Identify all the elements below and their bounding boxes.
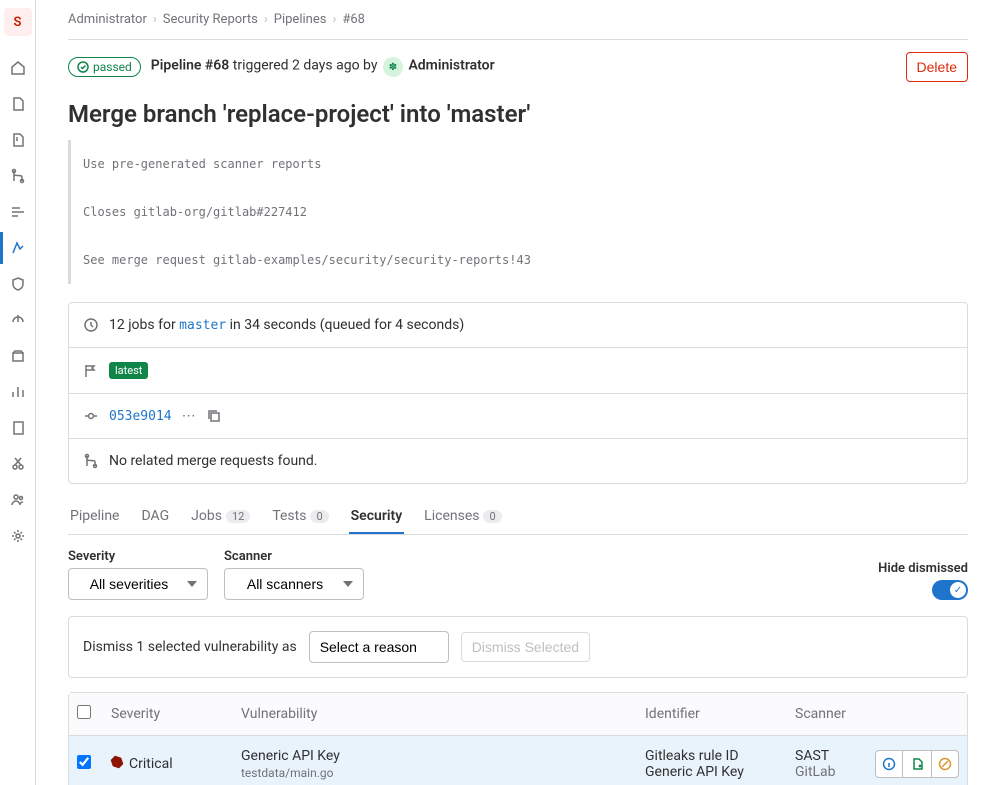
main-content: Administrator› Security Reports› Pipelin… [36, 0, 1000, 785]
severity-select[interactable]: All severities [68, 568, 208, 600]
breadcrumb: Administrator› Security Reports› Pipelin… [68, 12, 968, 40]
vulnerability-name[interactable]: Generic API Key [241, 748, 629, 764]
severity-icon [109, 754, 126, 771]
merge-icon [83, 453, 99, 469]
sidebar-item-files[interactable] [0, 88, 36, 120]
create-issue-button[interactable] [903, 750, 931, 778]
sidebar-item-members[interactable] [0, 484, 36, 516]
flag-icon [83, 363, 99, 379]
left-sidebar: S [0, 0, 36, 785]
more-icon[interactable]: ⋯ [182, 408, 196, 424]
sidebar-item-home[interactable] [0, 52, 36, 84]
sidebar-item-plan[interactable] [0, 196, 36, 228]
tab-pipeline[interactable]: Pipeline [68, 498, 122, 534]
commit-message: Use pre-generated scanner reports Closes… [68, 140, 968, 284]
sidebar-item-analytics[interactable] [0, 376, 36, 408]
tab-tests[interactable]: Tests0 [270, 498, 330, 534]
pipeline-status-badge: passed [68, 57, 141, 77]
jobs-summary: 12 jobs for master in 34 seconds (queued… [109, 317, 464, 333]
no-mr-text: No related merge requests found. [109, 453, 317, 469]
sidebar-item-issues[interactable] [0, 124, 36, 156]
scanner-name: SAST [795, 748, 859, 764]
vulnerability-location: testdata/main.go [241, 766, 629, 780]
avatar-icon: ✽ [383, 57, 403, 77]
hide-dismissed-label: Hide dismissed [878, 561, 968, 576]
scanner-filter-label: Scanner [224, 549, 364, 564]
table-row[interactable]: Critical Generic API Key testdata/main.go… [69, 736, 967, 785]
sidebar-item-cicd[interactable] [0, 232, 36, 264]
row-actions [875, 750, 959, 778]
branch-link[interactable]: master [179, 318, 226, 333]
commit-sha-link[interactable]: 053e9014 [109, 409, 172, 424]
pipeline-info-card: 12 jobs for master in 34 seconds (queued… [68, 302, 968, 484]
pipeline-header-text: Pipeline #68 triggered 2 days ago by ✽ A… [151, 57, 495, 77]
page-title: Merge branch 'replace-project' into 'mas… [68, 100, 968, 128]
delete-button[interactable]: Delete [906, 52, 968, 82]
vulnerability-table: Severity Vulnerability Identifier Scanne… [68, 692, 968, 785]
breadcrumb-current: #68 [342, 12, 365, 27]
col-severity: Severity [103, 693, 233, 736]
latest-badge: latest [109, 362, 148, 379]
row-checkbox[interactable] [77, 755, 91, 769]
commit-icon [83, 408, 99, 424]
sidebar-item-merge[interactable] [0, 160, 36, 192]
user-link[interactable]: Administrator [408, 58, 494, 74]
severity-filter-label: Severity [68, 549, 208, 564]
col-vulnerability: Vulnerability [233, 693, 637, 736]
dismiss-text: Dismiss 1 selected vulnerability as [83, 639, 297, 655]
scanner-select[interactable]: All scanners [224, 568, 364, 600]
copy-icon[interactable] [206, 408, 222, 424]
dismiss-button[interactable] [931, 750, 959, 778]
select-all-checkbox[interactable] [77, 705, 91, 719]
col-identifier: Identifier [637, 693, 787, 736]
identifier-text: Gitleaks rule ID Generic API Key [637, 736, 787, 785]
breadcrumb-link[interactable]: Security Reports [163, 12, 258, 27]
dismiss-selected-button[interactable]: Dismiss Selected [461, 632, 590, 662]
tab-jobs[interactable]: Jobs12 [189, 498, 252, 534]
tab-security[interactable]: Security [349, 498, 405, 534]
dismiss-reason-select[interactable]: Select a reason [309, 631, 449, 663]
sidebar-item-wiki[interactable] [0, 412, 36, 444]
tab-licenses[interactable]: Licenses0 [422, 498, 504, 534]
hide-dismissed-toggle[interactable] [932, 580, 968, 600]
clock-icon [83, 317, 99, 333]
col-scanner: Scanner [787, 693, 867, 736]
sidebar-item-deploy[interactable] [0, 304, 36, 336]
tab-dag[interactable]: DAG [140, 498, 172, 534]
info-button[interactable] [875, 750, 903, 778]
severity-text: Critical [129, 756, 173, 772]
dismiss-bar: Dismiss 1 selected vulnerability as Sele… [68, 616, 968, 678]
sidebar-item-snippets[interactable] [0, 448, 36, 480]
breadcrumb-link[interactable]: Pipelines [274, 12, 327, 27]
sidebar-item-settings[interactable] [0, 520, 36, 552]
sidebar-item-packages[interactable] [0, 340, 36, 372]
tabs: Pipeline DAG Jobs12 Tests0 Security Lice… [68, 498, 968, 535]
sidebar-item-security[interactable] [0, 268, 36, 300]
project-badge[interactable]: S [4, 8, 32, 36]
scanner-vendor: GitLab [795, 764, 859, 780]
breadcrumb-link[interactable]: Administrator [68, 12, 147, 27]
